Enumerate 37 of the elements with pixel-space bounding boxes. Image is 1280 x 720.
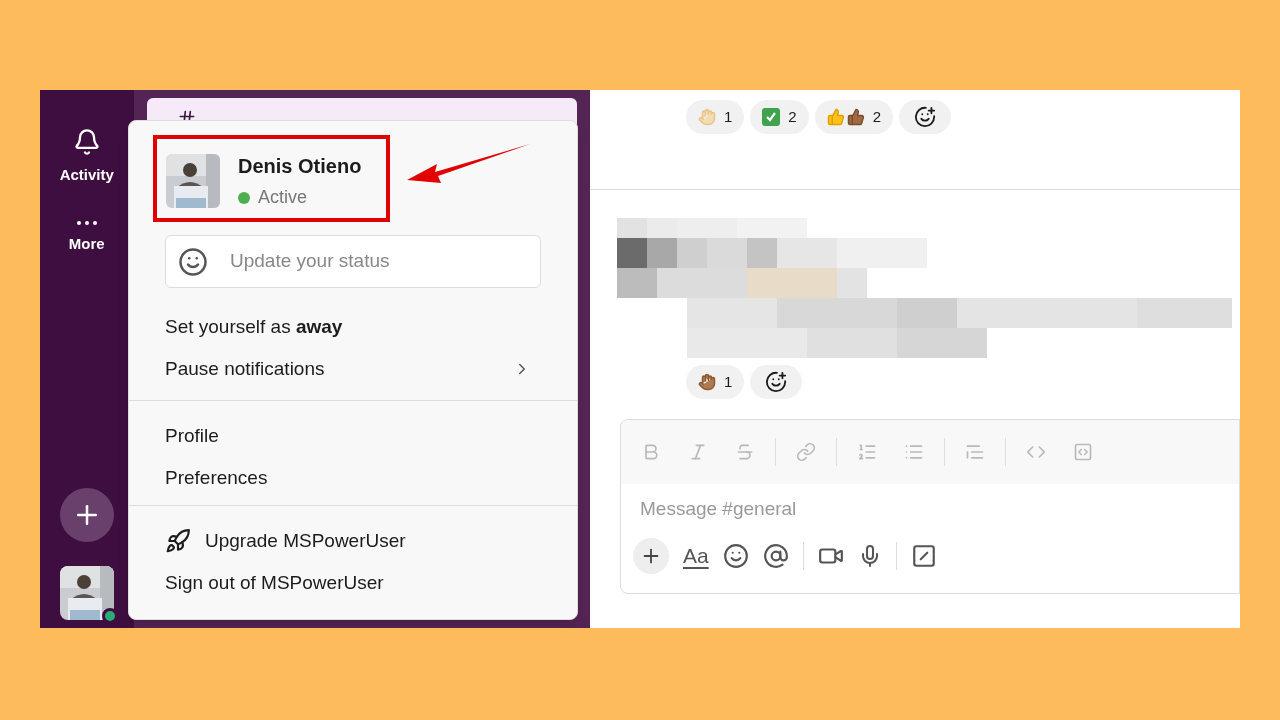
add-emoji-icon — [914, 106, 937, 128]
rail-item[interactable]: More — [68, 220, 105, 255]
add-workspace-button[interactable] — [59, 488, 114, 542]
reaction-button[interactable]: 1 — [686, 100, 745, 134]
more-icon — [76, 220, 97, 225]
status-input[interactable]: Update your status — [230, 247, 540, 276]
shortcuts-icon[interactable] — [910, 543, 937, 569]
mention-icon[interactable] — [762, 543, 789, 569]
rocket-icon — [165, 528, 191, 554]
raised-hands-icon — [698, 108, 716, 126]
user-avatar[interactable] — [59, 566, 114, 620]
add-reaction-button[interactable] — [899, 100, 952, 134]
reaction-button[interactable]: 2 — [814, 100, 894, 134]
message-composer[interactable]: Message #general Aa — [620, 419, 1240, 594]
smiley-icon — [178, 246, 208, 277]
user-name: Denis Otieno — [238, 154, 362, 179]
menu-item[interactable]: Sign out of MSPowerUser — [129, 562, 577, 604]
menu-item[interactable]: Profile — [129, 415, 577, 457]
menu-item[interactable]: Set yourself as away — [129, 306, 577, 348]
bell-icon — [72, 128, 101, 156]
menu-item[interactable]: Preferences — [129, 457, 577, 499]
raised-hands-icon — [698, 373, 716, 391]
add-emoji-icon — [765, 371, 788, 393]
status-label: Active — [258, 186, 308, 209]
formatting-button[interactable]: Aa — [683, 540, 709, 572]
attach-button[interactable] — [633, 538, 669, 574]
rail-item[interactable]: Activity — [59, 128, 114, 187]
thumbs-up-icon — [846, 108, 865, 126]
status-field[interactable]: Update your status — [165, 235, 541, 288]
add-reaction-button[interactable] — [750, 365, 803, 399]
check-icon — [762, 108, 781, 126]
emoji-icon[interactable] — [722, 543, 749, 569]
reaction-button[interactable]: 1 — [686, 365, 745, 399]
thumbs-up-icon — [826, 108, 845, 126]
menu-item[interactable]: Upgrade MSPowerUser — [129, 520, 577, 562]
menu-item[interactable]: Pause notifications — [129, 348, 577, 390]
reaction-button[interactable]: 2 — [750, 100, 809, 134]
